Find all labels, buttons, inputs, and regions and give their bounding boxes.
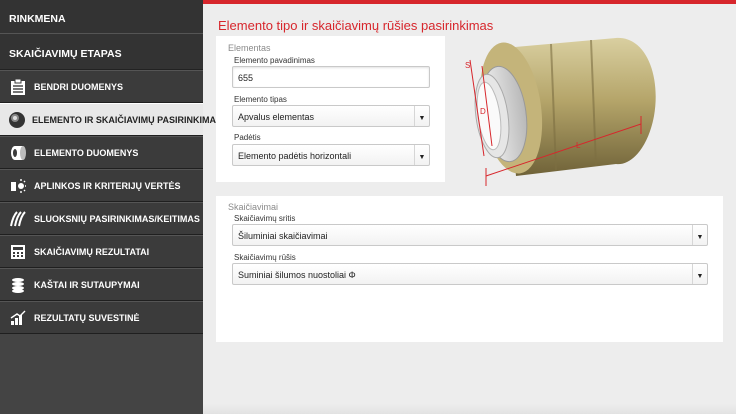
sidebar-item-label: BENDRI DUOMENYS (34, 81, 124, 92)
calc-area-value: Šiluminiai skaičiavimai (238, 231, 328, 241)
sidebar-item-layers[interactable]: SLUOKSNIŲ PASIRINKIMAS/KEITIMAS (0, 202, 203, 235)
sidebar-item-element-data[interactable]: ELEMENTO DUOMENYS (0, 136, 203, 169)
element-section-title: Elementas (228, 43, 271, 53)
calculations-section-title: Skaičiavimai (228, 202, 279, 212)
calc-kind-select[interactable]: Suminiai šilumos nuostoliai Φ ▼ (232, 263, 708, 285)
chart-icon (8, 308, 28, 328)
sidebar-item-label: ELEMENTO DUOMENYS (34, 147, 139, 158)
element-name-label: Elemento pavadinimas (234, 56, 315, 65)
dim-s-label: S (465, 61, 470, 70)
sidebar-item-label: KAŠTAI IR SUTAUPYMAI (34, 279, 140, 290)
pipe-diagram: S D L (456, 36, 661, 196)
chevron-down-icon: ▼ (414, 145, 429, 165)
sidebar-item-costs[interactable]: KAŠTAI IR SUTAUPYMAI (0, 268, 203, 301)
clipboard-icon (8, 77, 28, 97)
element-type-select[interactable]: Apvalus elementas ▼ (232, 105, 430, 127)
sidebar-item-label: SKAIČIAVIMŲ REZULTATAI (34, 246, 150, 257)
environment-icon (8, 176, 28, 196)
sidebar-item-element-selection[interactable]: ELEMENTO IR SKAIČIAVIMŲ PASIRINKIMAS (0, 103, 222, 136)
calc-kind-value: Suminiai šilumos nuostoliai Φ (238, 270, 356, 280)
coins-icon (8, 275, 28, 295)
chevron-down-icon: ▼ (414, 106, 429, 126)
sidebar-item-label: ELEMENTO IR SKAIČIAVIMŲ PASIRINKIMAS (32, 114, 223, 125)
sidebar-item-results[interactable]: SKAIČIAVIMŲ REZULTATAI (0, 235, 203, 268)
element-name-input[interactable]: 655 (232, 66, 430, 88)
page-title: Elemento tipo ir skaičiavimų rūšies pasi… (218, 18, 494, 33)
dim-l-label: L (576, 141, 581, 150)
element-type-value: Apvalus elementas (238, 112, 315, 122)
dim-d-label: D (480, 107, 486, 116)
sidebar-item-label: REZULTATŲ SUVESTINĖ (34, 312, 140, 323)
element-panel: Elementas Elemento pavadinimas 655 Eleme… (216, 36, 445, 182)
pipe-data-icon (8, 143, 28, 163)
sidebar-section-title: SKAIČIAVIMŲ ETAPAS (0, 34, 203, 70)
element-position-select[interactable]: Elemento padėtis horizontali ▼ (232, 144, 430, 166)
sidebar-header: RINKMENA (0, 0, 203, 34)
calc-area-select[interactable]: Šiluminiai skaičiavimai ▼ (232, 224, 708, 246)
pipe-section-icon (8, 110, 26, 130)
main-content: Elemento tipo ir skaičiavimų rūšies pasi… (216, 0, 736, 414)
sidebar-item-label: APLINKOS IR KRITERIJŲ VERTĖS (34, 180, 181, 191)
element-position-value: Elemento padėtis horizontali (238, 151, 352, 161)
sidebar-item-environment[interactable]: APLINKOS IR KRITERIJŲ VERTĖS (0, 169, 203, 202)
chevron-down-icon: ▼ (692, 225, 707, 245)
element-position-label: Padėtis (234, 133, 261, 142)
sidebar-item-general-data[interactable]: BENDRI DUOMENYS (0, 70, 203, 103)
calculations-panel: Skaičiavimai Skaičiavimų sritis Šilumini… (216, 196, 723, 342)
element-type-label: Elemento tipas (234, 95, 287, 104)
chevron-down-icon: ▼ (692, 264, 707, 284)
sidebar-item-summary[interactable]: REZULTATŲ SUVESTINĖ (0, 301, 203, 334)
layers-icon (8, 209, 28, 229)
calc-kind-label: Skaičiavimų rūšis (234, 253, 296, 262)
calc-area-label: Skaičiavimų sritis (234, 214, 296, 223)
sidebar: RINKMENA SKAIČIAVIMŲ ETAPAS BENDRI DUOME… (0, 0, 222, 414)
calculator-icon (8, 242, 28, 262)
sidebar-item-label: SLUOKSNIŲ PASIRINKIMAS/KEITIMAS (34, 213, 200, 224)
bottom-shadow (203, 404, 736, 414)
